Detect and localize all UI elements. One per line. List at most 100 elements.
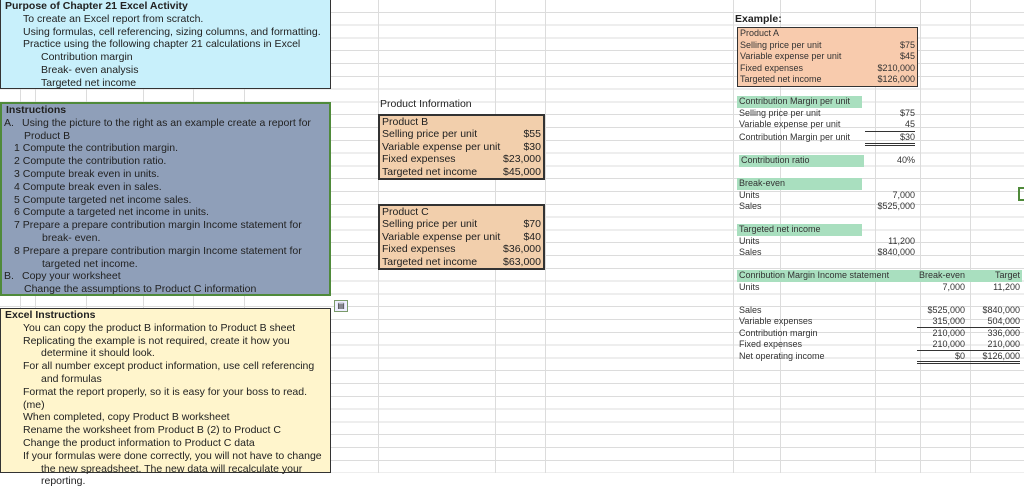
paste-options-icon[interactable]: ▤ bbox=[334, 300, 348, 312]
targeted-income-section: Targeted net income Units 11,200 Sales $84… bbox=[737, 224, 915, 259]
instruction-line: Product B bbox=[24, 129, 71, 142]
excel-instructions-textbox[interactable]: Excel Instructions You can copy the prod… bbox=[0, 308, 331, 487]
product-b-table[interactable]: Product B Selling price per unit $55 Vari… bbox=[378, 114, 545, 181]
value: $30 bbox=[865, 132, 915, 146]
value: $36,000 bbox=[503, 243, 541, 256]
label: Contribution Margin per unit bbox=[739, 131, 851, 142]
label: Fixed expenses bbox=[740, 62, 804, 73]
step: 7 Prepare a prepare contribution margin … bbox=[14, 219, 302, 232]
table-row[interactable]: Sales $525,000 $840,000 bbox=[737, 305, 1022, 317]
table-row[interactable]: Sales $840,000 bbox=[737, 247, 915, 259]
value: $30 bbox=[523, 140, 541, 153]
label: Contribution margin bbox=[739, 327, 818, 338]
table-row[interactable]: Units 7,000 bbox=[737, 190, 915, 202]
example-label: Example: bbox=[735, 13, 782, 25]
table-row[interactable]: Selling price per unit $75 bbox=[737, 108, 915, 120]
value: 45 bbox=[865, 119, 915, 132]
label: Variable expense per unit bbox=[740, 51, 842, 61]
value: $840,000 bbox=[877, 247, 915, 257]
value: $75 bbox=[899, 39, 915, 50]
table-row[interactable]: Fixed expenses $36,000 bbox=[382, 243, 541, 255]
value: 210,000 bbox=[965, 339, 1020, 351]
section-header: Contribution ratio bbox=[739, 155, 864, 167]
break-even-section: Break-even Units 7,000 Sales $525,000 bbox=[737, 178, 915, 213]
value: 336,000 bbox=[987, 327, 1020, 338]
product-name: Product B bbox=[382, 116, 429, 128]
value: $525,000 bbox=[877, 201, 915, 211]
excel-title: Excel Instructions bbox=[5, 309, 96, 321]
purpose-sub: Contribution margin bbox=[41, 51, 133, 64]
excel-line: For all number except product informatio… bbox=[23, 360, 315, 373]
table-row[interactable]: Contribution ratio 40% bbox=[737, 155, 915, 167]
value: $40 bbox=[523, 230, 541, 243]
table-row[interactable]: Variable expense per unit $45 bbox=[740, 51, 915, 63]
step-cont: break- even. bbox=[42, 231, 101, 244]
table-row[interactable]: Fixed expenses $23,000 bbox=[382, 153, 541, 165]
table-row[interactable]: Units 11,200 bbox=[737, 236, 915, 248]
step-cont: targeted net income. bbox=[42, 257, 138, 270]
product-c-table[interactable]: Product C Selling price per unit $70 Vari… bbox=[378, 204, 545, 271]
table-row[interactable]: Variable expenses 315,000 504,000 bbox=[737, 316, 1022, 328]
table-row[interactable]: Variable expense per unit $30 bbox=[382, 141, 541, 153]
excel-line: the new spreadsheet. The new data will r… bbox=[41, 462, 303, 488]
table-row[interactable]: Fixed expenses $210,000 bbox=[740, 63, 915, 75]
value: $75 bbox=[899, 107, 915, 118]
label: Units bbox=[739, 235, 760, 246]
value: 7,000 bbox=[942, 281, 965, 292]
purpose-line: Using formulas, cell referencing, sizing… bbox=[23, 25, 321, 38]
text: Using the picture to the right as an exa… bbox=[22, 116, 311, 129]
table-row[interactable]: Variable expense per unit $40 bbox=[382, 231, 541, 243]
purpose-textbox[interactable]: Purpose of Chapter 21 Excel Activity To … bbox=[0, 0, 331, 89]
table-row[interactable]: Contribution margin 210,000 336,000 bbox=[737, 328, 1022, 340]
value: $840,000 bbox=[982, 304, 1020, 315]
table-row[interactable]: Variable expense per unit 45 bbox=[737, 119, 915, 132]
value: 315,000 bbox=[917, 316, 965, 328]
value: $126,000 bbox=[965, 351, 1020, 364]
income-statement: Conribution Margin Income statement Brea… bbox=[737, 270, 1022, 364]
label: Targeted net income bbox=[382, 165, 478, 178]
value: $55 bbox=[523, 128, 541, 141]
table-row[interactable]: Targeted net income $126,000 bbox=[740, 74, 915, 86]
table-row[interactable]: Fixed expenses 210,000 210,000 bbox=[737, 339, 1022, 351]
step: 2 Compute the contribution ratio. bbox=[14, 155, 167, 168]
purpose-line: Practice using the following chapter 21 … bbox=[23, 38, 301, 51]
value: $70 bbox=[523, 218, 541, 231]
table-row[interactable]: Sales $525,000 bbox=[737, 201, 915, 213]
label: Variable expense per unit bbox=[382, 230, 501, 243]
cm-per-unit-section: Contribution Margin per unit Selling pri… bbox=[737, 96, 915, 146]
table-row[interactable]: Units 7,000 11,200 bbox=[737, 282, 1022, 294]
purpose-sub: Targeted net income bbox=[41, 76, 137, 89]
gridline bbox=[733, 0, 734, 473]
table-row[interactable]: Targeted net income $45,000 bbox=[382, 166, 541, 178]
excel-line: and formulas bbox=[41, 372, 102, 385]
label: Units bbox=[739, 281, 760, 292]
table-row[interactable]: Targeted net income $63,000 bbox=[382, 256, 541, 268]
marker: B. bbox=[4, 270, 14, 283]
label: Selling price per unit bbox=[382, 218, 478, 231]
value: 11,200 bbox=[888, 235, 915, 246]
label: Selling price per unit bbox=[382, 128, 478, 141]
step: 1 Compute the contribution margin. bbox=[14, 142, 179, 155]
statement-title: Conribution Margin Income statement bbox=[739, 270, 890, 280]
excel-line: Rename the worksheet from Product B (2) … bbox=[23, 424, 281, 437]
instructions-textbox[interactable]: Instructions A. Using the picture to the … bbox=[0, 102, 331, 296]
table-row[interactable]: Selling price per unit $55 bbox=[382, 128, 541, 140]
cell-selection-indicator[interactable] bbox=[1018, 187, 1024, 201]
label: Selling price per unit bbox=[740, 39, 822, 50]
step: 5 Compute targeted net income sales. bbox=[14, 193, 192, 206]
step: 4 Compute break even in sales. bbox=[14, 180, 162, 193]
table-row[interactable]: Net operating income $0 $126,000 bbox=[737, 351, 1022, 364]
value: $45 bbox=[899, 51, 915, 61]
table-row[interactable]: Selling price per unit $70 bbox=[382, 218, 541, 230]
label: Variable expense per unit bbox=[739, 119, 841, 129]
product-a-table[interactable]: Product A Selling price per unit $75 Vari… bbox=[737, 27, 918, 87]
value: 7,000 bbox=[892, 189, 915, 200]
value: 210,000 bbox=[932, 327, 965, 338]
excel-line: When completed, copy Product B worksheet bbox=[23, 411, 230, 424]
label: Sales bbox=[739, 201, 762, 211]
value: $126,000 bbox=[877, 74, 915, 84]
step: 8 Prepare a prepare contribution margin … bbox=[14, 244, 302, 257]
excel-line: If your formulas were done correctly, yo… bbox=[23, 449, 322, 462]
table-row[interactable]: Selling price per unit $75 bbox=[740, 40, 915, 52]
table-row[interactable]: Contribution Margin per unit $30 bbox=[737, 131, 915, 146]
